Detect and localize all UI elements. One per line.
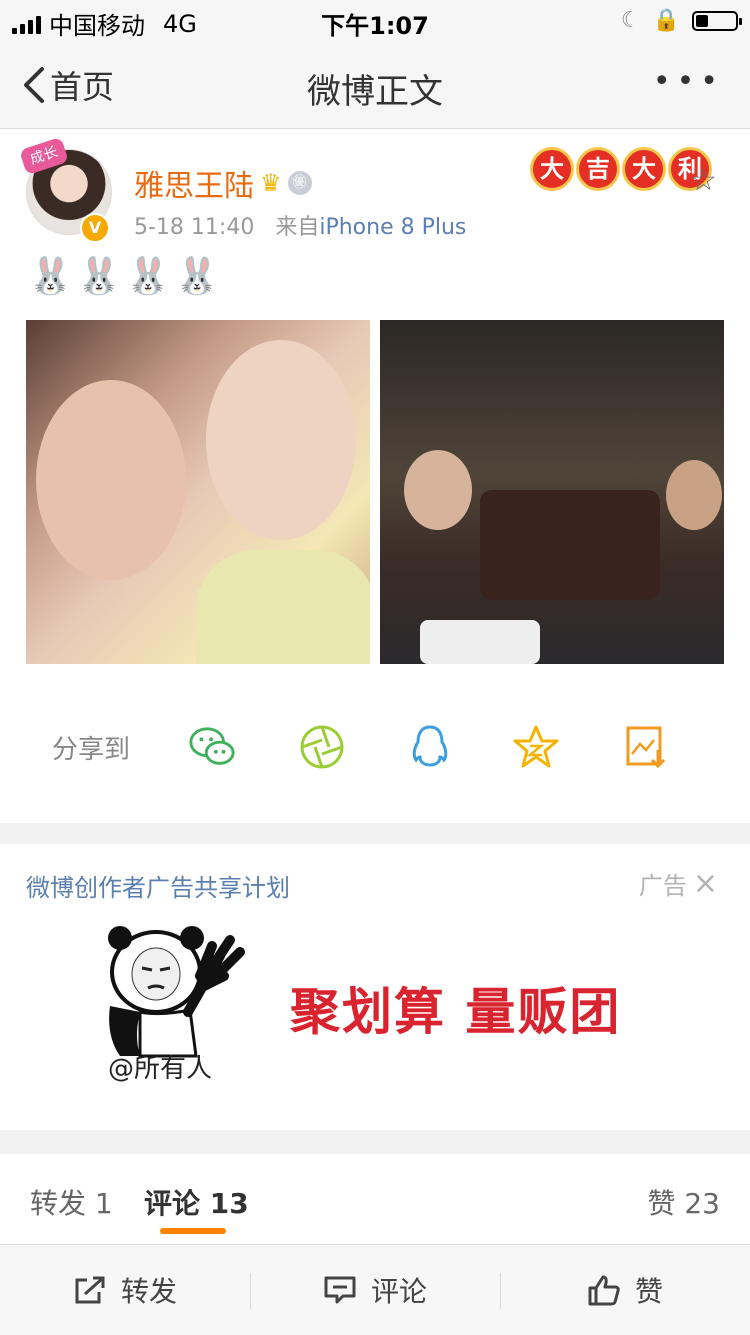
luck-badge[interactable]: 大 吉 大 利: [530, 147, 712, 191]
photo-cups: [420, 620, 540, 664]
repost-button[interactable]: 转发: [0, 1245, 250, 1335]
photo-shirt: [196, 550, 370, 664]
qq-share-button[interactable]: [406, 723, 454, 771]
luck-char: 大: [622, 147, 666, 191]
comment-button[interactable]: 评论: [250, 1245, 500, 1335]
luck-char: 吉: [576, 147, 620, 191]
tab-comment[interactable]: 评论 13: [144, 1182, 249, 1222]
username[interactable]: 雅思王陆: [134, 161, 254, 205]
ad-mention: @所有人: [108, 1054, 213, 1084]
repost-label: 转发: [120, 1275, 177, 1308]
ad-tag: 广告 ×: [639, 866, 718, 901]
luck-char: 大: [530, 147, 574, 191]
qzone-share-button[interactable]: [512, 723, 560, 771]
moon-icon: ☾: [620, 8, 641, 33]
wechat-share-button[interactable]: [188, 723, 236, 771]
close-icon[interactable]: ×: [693, 866, 718, 901]
ad-label: 广告: [638, 872, 687, 900]
moments-share-button[interactable]: [298, 723, 346, 771]
qzone-star-icon: [513, 725, 559, 768]
like-label: 赞: [634, 1275, 663, 1308]
status-right: ☾ 🔒: [620, 8, 742, 33]
page-title: 微博正文: [307, 72, 443, 112]
photo-face: [36, 380, 186, 580]
ad-card[interactable]: 微博创作者广告共享计划 广告 × @所有人 聚划算 量贩团: [0, 844, 750, 1130]
comment-label: 评论: [370, 1275, 427, 1308]
ad-slogan: 聚划算 量贩团: [290, 983, 622, 1041]
share-label: 分享到: [52, 735, 131, 765]
medal-icon: ㊝: [287, 171, 312, 195]
photo-sofa: [480, 490, 660, 600]
wechat-icon: [189, 727, 235, 765]
post-card: 成长 V 雅思王陆 ♛ ㊝ 5-18 11:40 来自iPhone 8 Plus…: [0, 129, 750, 823]
source-prefix: 来自: [275, 215, 320, 240]
active-tab-indicator: [160, 1228, 226, 1234]
nav-bar: 首页 微博正文 •••: [0, 40, 750, 129]
qq-penguin-icon: [412, 725, 448, 767]
repost-icon: [75, 1276, 105, 1304]
post-timestamp: 5-18 11:40: [134, 215, 255, 240]
ad-header[interactable]: 微博创作者广告共享计划: [26, 868, 290, 903]
username-row: 雅思王陆 ♛ ㊝: [134, 161, 312, 205]
section-divider: [0, 1130, 750, 1154]
photo-face: [206, 340, 356, 540]
post-source[interactable]: iPhone 8 Plus: [319, 215, 466, 240]
post-meta: 5-18 11:40 来自iPhone 8 Plus: [134, 209, 466, 241]
crown-icon: ♛: [260, 169, 282, 197]
post-photo-2[interactable]: [380, 320, 724, 664]
lock-rotation-icon: 🔒: [652, 8, 680, 33]
tab-like[interactable]: 赞 23: [647, 1182, 720, 1222]
comment-icon: [324, 1276, 356, 1304]
camera-aperture-icon: [300, 725, 344, 769]
thumbs-up-icon: [588, 1275, 620, 1306]
status-bar: 中国移动 4G 下午1:07 ☾ 🔒: [0, 0, 750, 40]
interaction-tabs: 转发 1 评论 13 赞 23: [0, 1154, 750, 1245]
photo-face: [404, 450, 472, 530]
bottom-action-bar: 转发 评论 赞: [0, 1244, 750, 1335]
photo-face: [666, 460, 722, 530]
save-image-icon: [626, 726, 666, 769]
tab-repost[interactable]: 转发 1: [30, 1182, 113, 1222]
post-photo-1[interactable]: [26, 320, 370, 664]
more-button[interactable]: •••: [653, 64, 724, 99]
like-button[interactable]: 赞: [500, 1245, 750, 1335]
post-text-emoji: 🐰🐰🐰🐰: [28, 256, 224, 297]
save-image-button[interactable]: [622, 723, 670, 771]
favorite-star-icon[interactable]: ☆: [690, 163, 717, 198]
battery-icon: [692, 10, 742, 31]
share-row: 分享到: [0, 699, 750, 789]
verified-badge-icon: V: [80, 213, 110, 243]
section-divider: [0, 823, 750, 844]
